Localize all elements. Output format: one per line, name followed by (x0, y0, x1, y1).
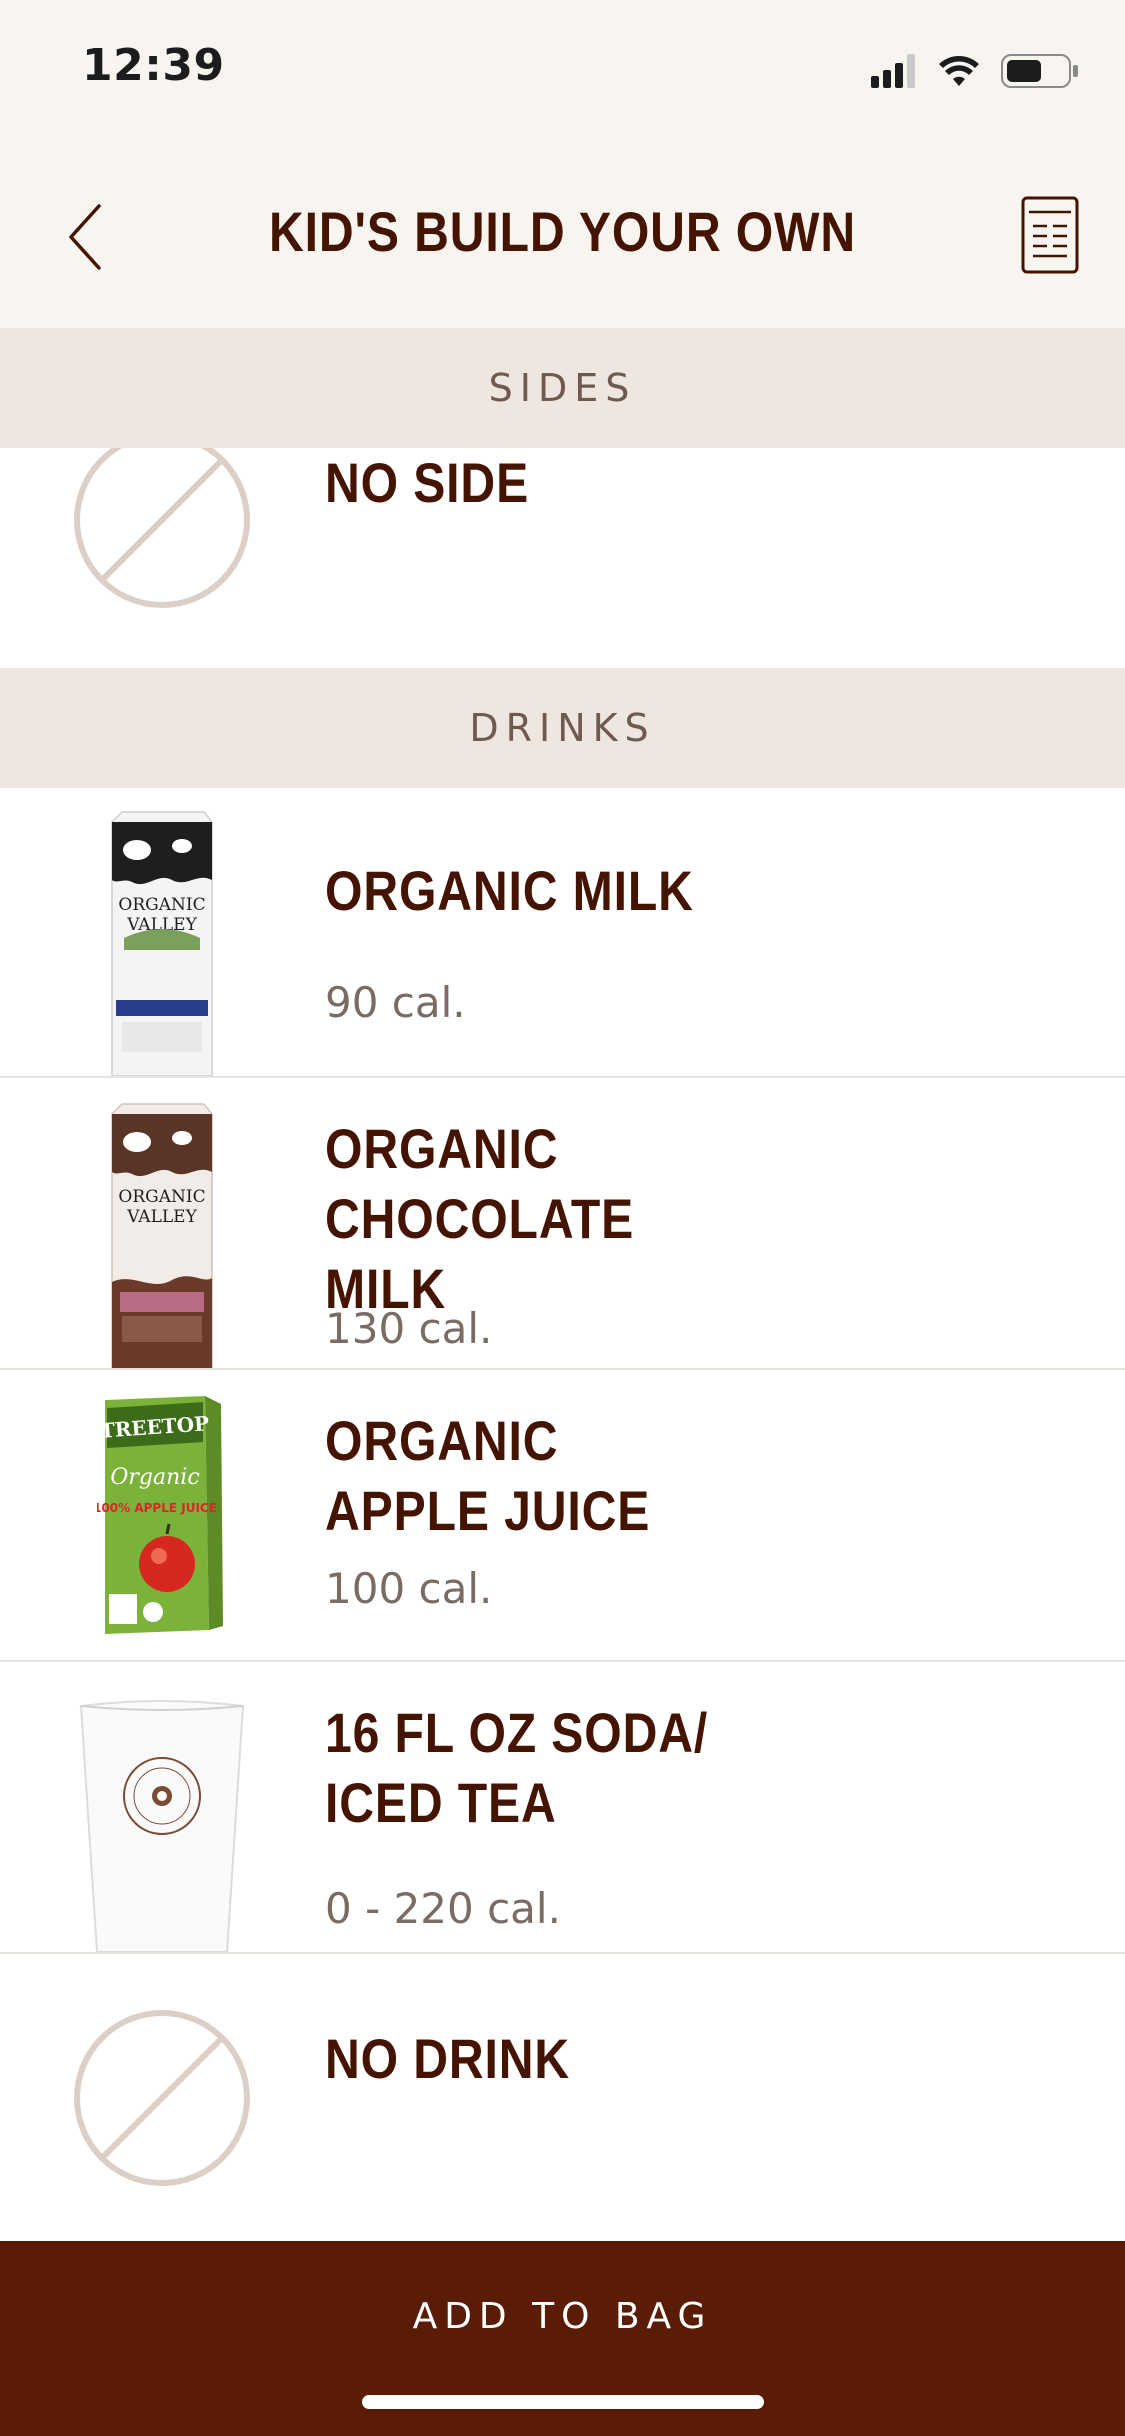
item-name: NO DRINK (325, 2027, 571, 2090)
organic-chocolate-milk-image: ORGANIC VALLEY (62, 1102, 262, 1368)
svg-text:ORGANIC: ORGANIC (118, 895, 205, 915)
item-name: ORGANIC MILK (325, 859, 694, 922)
section-header-drinks: DRINKS (0, 668, 1125, 788)
no-side-thumb (62, 448, 262, 613)
apple-juice-image: TREETOP Organic 100% APPLE JUICE (62, 1394, 262, 1660)
item-calories: 90 cal. (325, 978, 466, 1027)
status-time: 12:39 (82, 40, 225, 91)
option-organic-chocolate-milk[interactable]: ORGANIC VALLEY ORGANIC CHOCOLATE MILK 13… (0, 1078, 1125, 1370)
no-selection-icon (74, 448, 250, 608)
no-drink-thumb (62, 2008, 262, 2188)
chevron-left-icon (69, 204, 101, 270)
item-name: ORGANIC CHOCOLATE MILK (325, 1117, 635, 1320)
organic-milk-image: ORGANIC VALLEY (62, 810, 262, 1076)
page-title: KID'S BUILD YOUR OWN (269, 200, 856, 263)
home-indicator[interactable] (362, 2395, 764, 2409)
option-no-drink[interactable]: NO DRINK (0, 1954, 1125, 2241)
option-soda-iced-tea[interactable]: 16 FL OZ SODA/ ICED TEA 0 - 220 cal. (0, 1662, 1125, 1954)
svg-text:ORGANIC: ORGANIC (118, 1187, 205, 1207)
svg-text:VALLEY: VALLEY (126, 1207, 197, 1227)
battery-icon (1001, 54, 1078, 88)
nav-bar: KID'S BUILD YOUR OWN (0, 130, 1125, 328)
status-icons (871, 50, 1081, 90)
status-bar: 12:39 (0, 0, 1125, 130)
item-name: 16 FL OZ SODA/ ICED TEA (325, 1701, 709, 1834)
option-organic-milk[interactable]: ORGANIC VALLEY ORGANIC MILK 90 cal. (0, 788, 1125, 1078)
item-name: ORGANIC APPLE JUICE (325, 1409, 651, 1542)
item-calories: 0 - 220 cal. (325, 1884, 561, 1933)
no-selection-icon (74, 2010, 250, 2186)
item-calories: 100 cal. (325, 1564, 493, 1613)
svg-text:Organic: Organic (110, 1465, 199, 1490)
signal-icon (871, 54, 915, 88)
back-button[interactable] (40, 192, 130, 282)
svg-text:100% APPLE JUICE: 100% APPLE JUICE (97, 1501, 217, 1515)
option-no-side[interactable]: NO SIDE (0, 448, 1125, 668)
section-header-sides: SIDES (0, 328, 1125, 448)
wifi-icon (939, 56, 979, 86)
chipotle-cup-image (62, 1700, 262, 1952)
option-organic-apple-juice[interactable]: TREETOP Organic 100% APPLE JUICE ORGANIC… (0, 1370, 1125, 1662)
add-to-bag-button[interactable]: ADD TO BAG (0, 2241, 1125, 2391)
item-name: NO SIDE (325, 451, 530, 514)
menu-button[interactable] (1005, 185, 1095, 285)
footer: ADD TO BAG (0, 2241, 1125, 2436)
menu-document-icon (1021, 196, 1079, 274)
item-calories: 130 cal. (325, 1304, 493, 1353)
